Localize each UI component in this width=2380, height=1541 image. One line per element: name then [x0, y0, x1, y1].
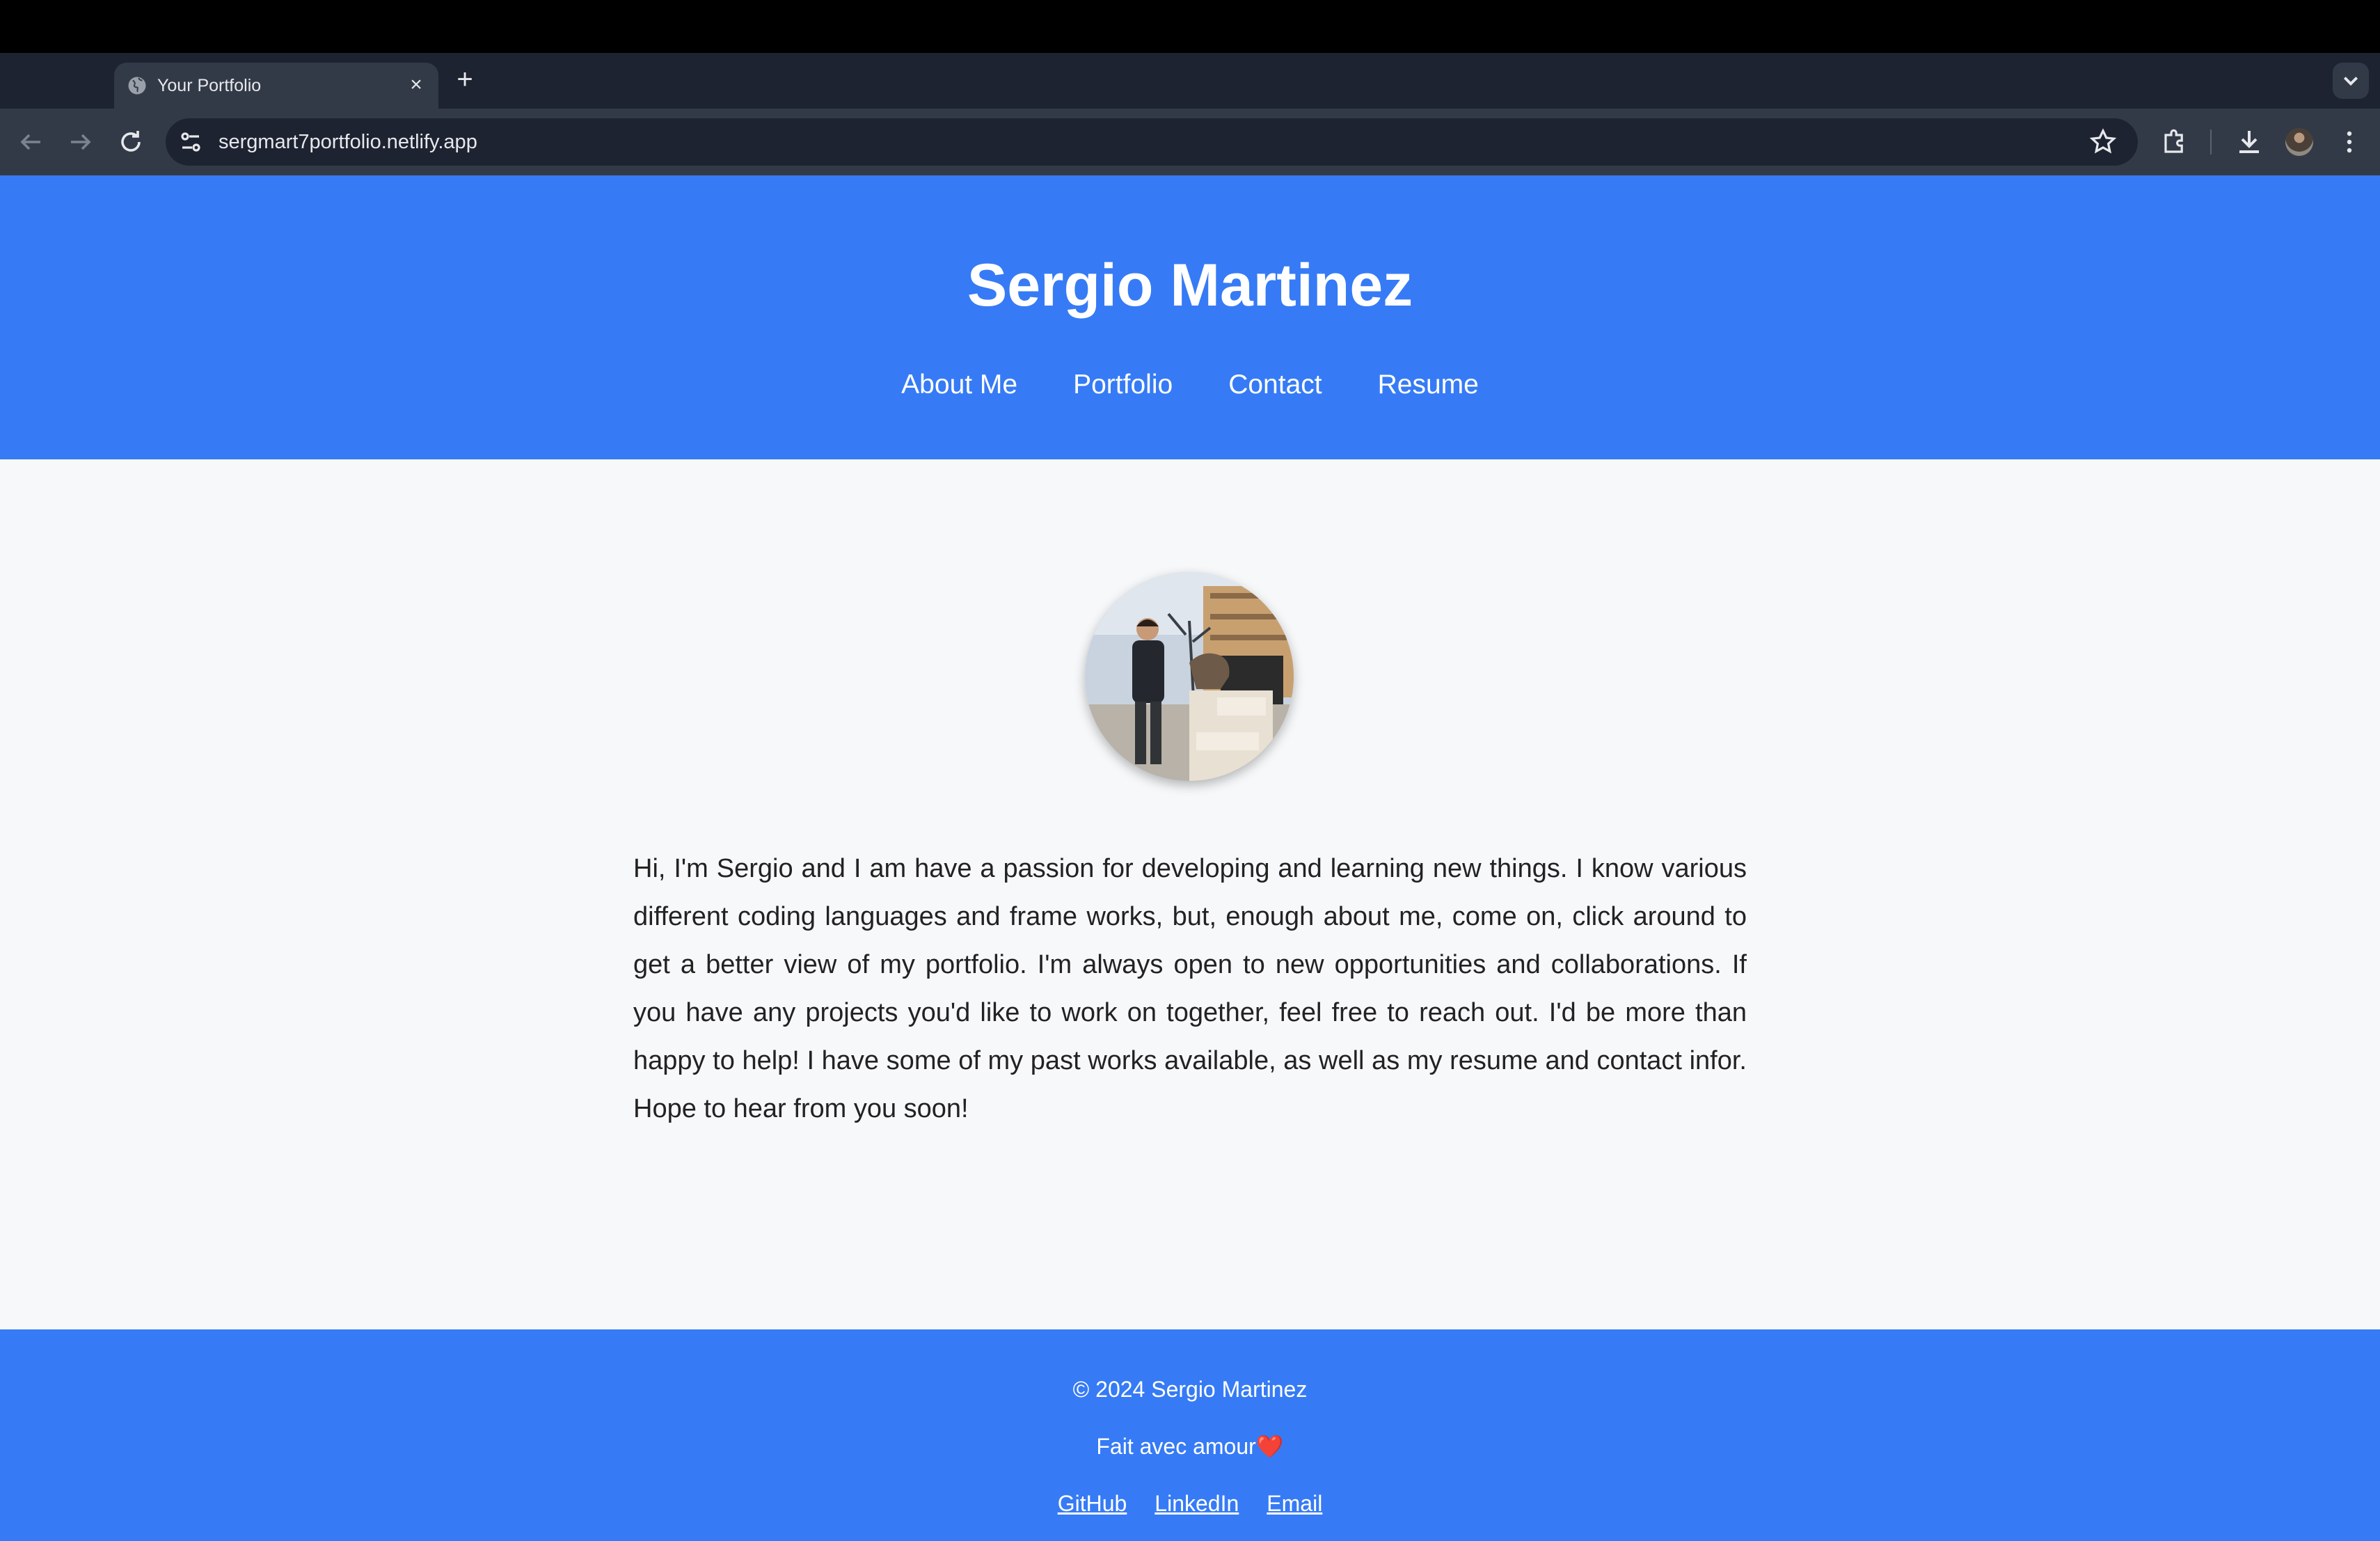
- extensions-puzzle-icon[interactable]: [2157, 125, 2191, 159]
- footer-link-linkedin[interactable]: LinkedIn: [1155, 1489, 1239, 1517]
- download-icon[interactable]: [2232, 125, 2266, 159]
- address-bar[interactable]: sergmart7portfolio.netlify.app: [166, 118, 2138, 166]
- footer-copyright: © 2024 Sergio Martinez: [1072, 1377, 1308, 1402]
- nav-link-contact[interactable]: Contact: [1228, 368, 1322, 402]
- profile-photo: [1085, 572, 1294, 781]
- url-text: sergmart7portfolio.netlify.app: [219, 131, 477, 153]
- footer-link-email[interactable]: Email: [1267, 1489, 1322, 1517]
- nav-link-resume[interactable]: Resume: [1378, 368, 1479, 402]
- about-paragraph: Hi, I'm Sergio and I am have a passion f…: [633, 854, 1747, 1123]
- back-arrow-icon[interactable]: [14, 125, 47, 159]
- footer-links: GitHub LinkedIn Email: [0, 1489, 2380, 1517]
- site-settings-icon[interactable]: [174, 125, 207, 159]
- nav-link-about-me[interactable]: About Me: [901, 368, 1017, 402]
- browser-window: Your Portfolio × + sergmart7portfolio.ne…: [0, 0, 2380, 1541]
- main-nav: About Me Portfolio Contact Resume: [0, 368, 2380, 402]
- browser-toolbar: sergmart7portfolio.netlify.app: [0, 109, 2380, 175]
- chevron-down-icon: [2343, 77, 2358, 86]
- tab-close-icon[interactable]: ×: [404, 72, 429, 97]
- bookmark-star-icon[interactable]: [2086, 125, 2120, 159]
- tab-strip: Your Portfolio × +: [0, 53, 2380, 109]
- tab-search-button[interactable]: [2333, 63, 2369, 99]
- site-footer: © 2024 Sergio Martinez Fait avec amour❤️…: [0, 1329, 2380, 1541]
- web-page: Sergio Martinez About Me Portfolio Conta…: [0, 175, 2380, 1541]
- footer-link-github[interactable]: GitHub: [1058, 1489, 1127, 1517]
- forward-arrow-icon[interactable]: [64, 125, 97, 159]
- more-vertical-icon[interactable]: [2333, 125, 2366, 159]
- profile-avatar[interactable]: [2285, 128, 2313, 156]
- nav-link-portfolio[interactable]: Portfolio: [1073, 368, 1173, 402]
- site-title: Sergio Martinez: [967, 252, 1413, 319]
- heart-icon: ❤️: [1255, 1434, 1284, 1459]
- os-menu-bar: [0, 0, 2380, 53]
- new-tab-button[interactable]: +: [451, 65, 479, 93]
- footer-tagline: Fait avec amour❤️: [0, 1432, 2380, 1460]
- globe-icon: [128, 77, 146, 95]
- site-header: Sergio Martinez About Me Portfolio Conta…: [0, 175, 2380, 459]
- reload-icon[interactable]: [114, 125, 148, 159]
- browser-tab[interactable]: Your Portfolio ×: [114, 63, 438, 109]
- tab-title: Your Portfolio: [157, 76, 262, 95]
- footer-tagline-text: Fait avec amour: [1096, 1434, 1256, 1459]
- toolbar-divider: [2210, 129, 2212, 155]
